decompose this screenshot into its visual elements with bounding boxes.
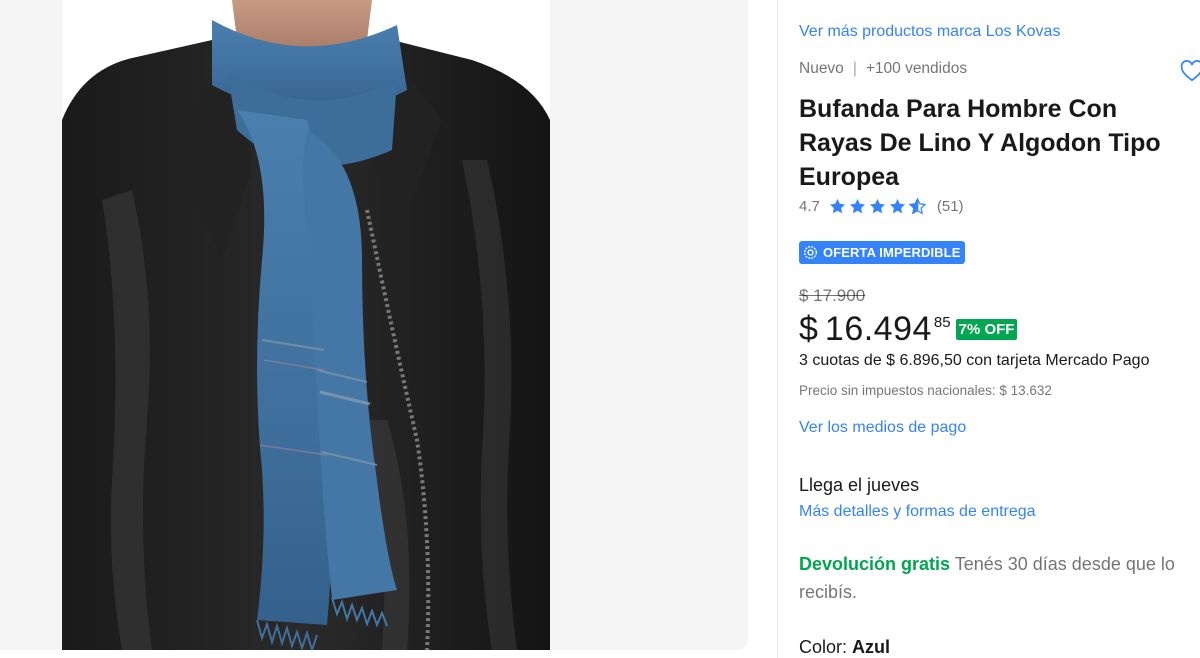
installments-info: 3 cuotas de $ 6.896,50 con tarjeta Merca… bbox=[799, 352, 1150, 369]
returns-info: Devolución gratis Tenés 30 días desde qu… bbox=[799, 550, 1199, 606]
star-icon bbox=[829, 198, 845, 213]
original-price: $ 17.900 bbox=[799, 286, 866, 305]
delivery-details-link[interactable]: Más detalles y formas de entrega bbox=[799, 503, 1036, 521]
column-divider bbox=[777, 0, 778, 658]
product-info: Ver más productos marca Los Kovas Nuevo |… bbox=[799, 0, 1200, 658]
product-photo bbox=[62, 0, 550, 650]
image-gallery bbox=[0, 0, 748, 650]
free-return-label[interactable]: Devolución gratis bbox=[799, 554, 950, 574]
star-icon bbox=[889, 198, 905, 213]
brand-link[interactable]: Ver más productos marca Los Kovas bbox=[799, 23, 1060, 41]
subtitle-separator: | bbox=[852, 60, 857, 77]
favorite-button[interactable] bbox=[1179, 58, 1200, 84]
color-value: Azul bbox=[852, 637, 891, 657]
rating-count: (51) bbox=[936, 197, 964, 215]
deal-badge-label: OFERTA IMPERDIBLE bbox=[823, 245, 961, 260]
product-image[interactable] bbox=[62, 0, 550, 650]
discount-badge: 7% OFF bbox=[955, 319, 1018, 340]
product-subtitle: Nuevo | +100 vendidos bbox=[799, 60, 967, 78]
heart-icon bbox=[1180, 59, 1200, 82]
product-title: Bufanda Para Hombre Con Rayas De Lino Y … bbox=[799, 95, 1161, 191]
star-icon bbox=[849, 198, 865, 213]
star-half-icon bbox=[908, 197, 927, 215]
tax-note: Precio sin impuestos nacionales: $ 13.63… bbox=[799, 383, 1052, 398]
color-label: Color: bbox=[799, 637, 848, 657]
deal-badge: OFERTA IMPERDIBLE bbox=[799, 241, 966, 264]
star-icon bbox=[869, 198, 885, 213]
price-amount: 16.494 bbox=[824, 310, 932, 348]
price-currency: $ bbox=[799, 310, 818, 348]
color-selector: Color: Azul bbox=[799, 637, 890, 658]
payment-methods-link[interactable]: Ver los medios de pago bbox=[799, 419, 966, 437]
current-price: $ 16.494 85 7% OFF bbox=[799, 306, 1018, 352]
gear-badge-icon bbox=[804, 246, 817, 259]
condition-label: Nuevo bbox=[799, 60, 844, 77]
rating-average: 4.7 bbox=[799, 197, 820, 215]
sold-count: +100 vendidos bbox=[865, 60, 968, 77]
rating-stars bbox=[828, 197, 927, 216]
price-cents: 85 bbox=[933, 314, 951, 331]
arrival-info: Llega el jueves bbox=[799, 475, 920, 495]
rating-summary[interactable]: 4.7 (51) bbox=[799, 194, 964, 218]
